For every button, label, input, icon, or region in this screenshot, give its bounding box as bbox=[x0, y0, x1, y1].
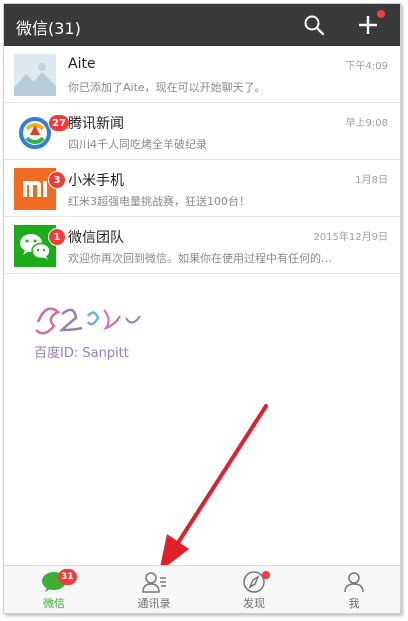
watermark-logo: 百度ID: Sanpitt bbox=[32, 294, 152, 364]
tab-me[interactable]: 我 bbox=[304, 566, 400, 613]
chat-name: 腾讯新闻 bbox=[68, 116, 124, 132]
app-title: 微信(31) bbox=[16, 19, 81, 38]
avatar: 1 bbox=[14, 225, 66, 267]
tab-label: 通讯录 bbox=[137, 597, 171, 610]
tab-label: 微信 bbox=[43, 597, 65, 610]
chat-preview: 四川4千人同吃烤全羊破纪录 bbox=[68, 138, 207, 151]
bottom-tab-bar: 31 微信 通讯录 发现 我 bbox=[4, 565, 400, 613]
tab-discover[interactable]: 发现 bbox=[204, 566, 304, 613]
tab-badge: 31 bbox=[58, 569, 77, 585]
top-bar: 微信(31) bbox=[4, 4, 400, 46]
phone-screen: 微信(31) Aite 你已添加了Aite，现在可以开始聊天了。 下午4:09 bbox=[3, 3, 401, 614]
contacts-icon bbox=[142, 572, 166, 593]
search-icon[interactable] bbox=[302, 13, 326, 37]
notification-dot bbox=[377, 10, 385, 18]
tab-contacts[interactable]: 通讯录 bbox=[104, 566, 204, 613]
chat-time: 2015年12月9日 bbox=[313, 232, 388, 243]
landscape-placeholder-icon bbox=[14, 54, 56, 96]
add-icon[interactable] bbox=[356, 13, 380, 37]
tab-label: 我 bbox=[348, 597, 360, 610]
chat-preview: 你已添加了Aite，现在可以开始聊天了。 bbox=[68, 81, 266, 94]
chat-item-tencent-news[interactable]: 27 腾讯新闻 四川4千人同吃烤全羊破纪录 早上9:08 bbox=[4, 103, 400, 160]
chat-time: 早上9:08 bbox=[345, 118, 388, 129]
tab-label: 发现 bbox=[243, 597, 265, 610]
unread-badge: 1 bbox=[48, 228, 66, 246]
chat-item-xiaomi[interactable]: 3 小米手机 红米3超强电量挑战赛，狂送100台！ 1月8日 bbox=[4, 160, 400, 217]
watermark-text: 百度ID: Sanpitt bbox=[34, 346, 129, 361]
chat-preview: 欢迎你再次回到微信。如果你在使用过程中有任何的… bbox=[68, 252, 332, 265]
unread-badge: 3 bbox=[48, 171, 66, 189]
chat-name: Aite bbox=[68, 56, 96, 72]
avatar: 27 bbox=[14, 111, 70, 153]
chat-name: 微信团队 bbox=[68, 230, 124, 246]
notification-dot bbox=[262, 571, 270, 579]
chat-time: 1月8日 bbox=[355, 175, 388, 186]
chat-list: Aite 你已添加了Aite，现在可以开始聊天了。 下午4:09 27 腾讯新闻… bbox=[4, 46, 400, 274]
watermark-graphic bbox=[35, 307, 141, 335]
avatar: 3 bbox=[14, 168, 66, 210]
avatar bbox=[14, 54, 56, 96]
chat-preview: 红米3超强电量挑战赛，狂送100台！ bbox=[68, 195, 250, 208]
person-icon bbox=[344, 572, 364, 593]
chat-item-aite[interactable]: Aite 你已添加了Aite，现在可以开始聊天了。 下午4:09 bbox=[4, 46, 400, 103]
tab-chats[interactable]: 31 微信 bbox=[4, 566, 104, 613]
chat-name: 小米手机 bbox=[68, 173, 124, 189]
chat-time: 下午4:09 bbox=[345, 61, 388, 72]
unread-badge: 27 bbox=[48, 114, 70, 132]
chat-item-wechat-team[interactable]: 1 微信团队 欢迎你再次回到微信。如果你在使用过程中有任何的… 2015年12月… bbox=[4, 217, 400, 274]
